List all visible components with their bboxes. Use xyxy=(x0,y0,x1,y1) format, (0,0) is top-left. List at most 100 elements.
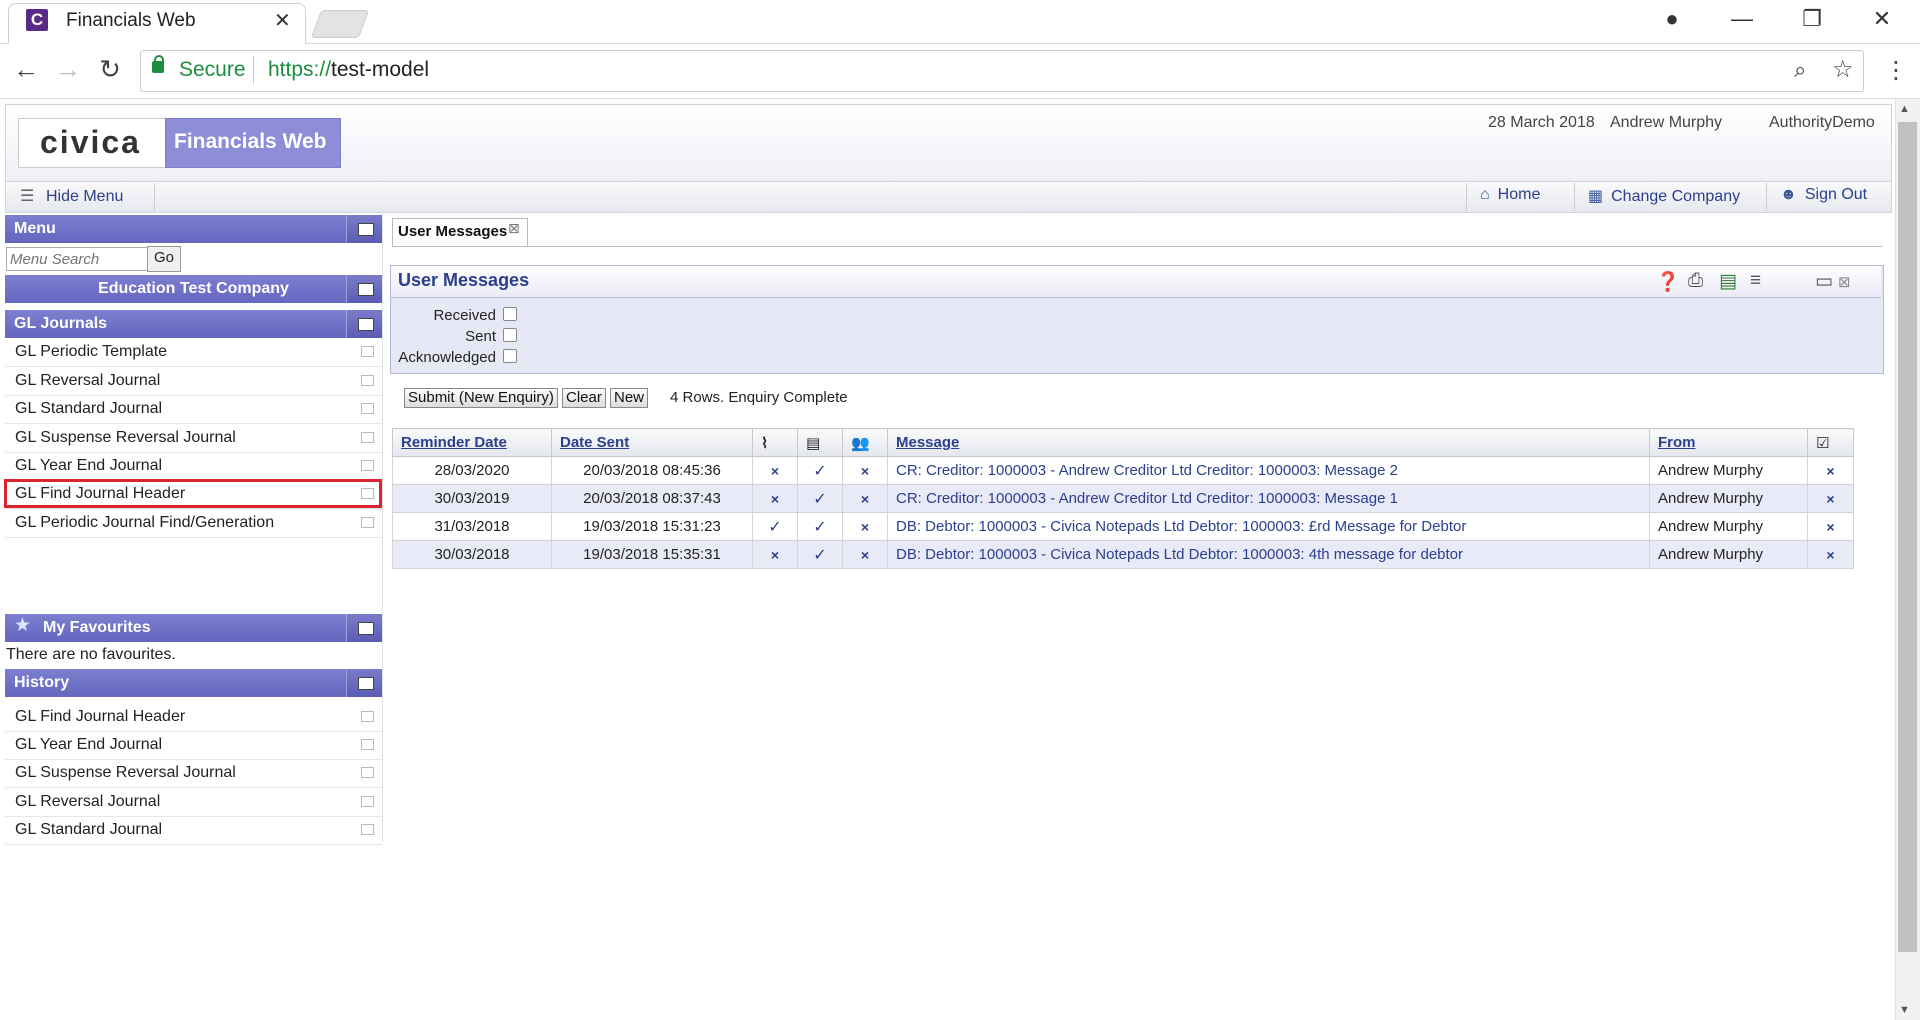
col-message-link[interactable]: Message xyxy=(896,434,959,451)
menu-item-gl-reversal-journal[interactable]: GL Reversal Journal xyxy=(5,368,382,396)
menu-search-input[interactable] xyxy=(6,247,152,271)
open-new-window-icon[interactable] xyxy=(361,403,374,414)
menu-item-gl-year-end-journal[interactable]: GL Year End Journal xyxy=(5,453,382,481)
favourites-header[interactable]: My Favourites xyxy=(5,614,382,642)
excel-export-icon[interactable]: ▤ xyxy=(1719,270,1737,293)
open-new-window-icon[interactable] xyxy=(361,796,374,807)
menu-item-gl-standard-journal[interactable]: GL Standard Journal xyxy=(5,396,382,424)
acknowledge-cell[interactable]: × xyxy=(1807,512,1854,541)
tab-close-icon[interactable]: ✕ xyxy=(274,8,291,33)
filter-acknowledged-checkbox[interactable] xyxy=(503,349,517,363)
tab-title: Financials Web xyxy=(66,10,196,31)
menu-item-gl-periodic-journal-find[interactable]: GL Periodic Journal Find/Generation xyxy=(5,510,382,538)
history-item[interactable]: GL Standard Journal xyxy=(5,817,382,845)
col-reminder-date-link[interactable]: Reminder Date xyxy=(401,434,507,451)
gl-journals-up-icon[interactable] xyxy=(346,310,382,338)
panel-close-icon[interactable]: ⊠ xyxy=(1838,273,1851,291)
bookmark-star-icon[interactable]: ☆ xyxy=(1832,55,1854,84)
help-icon[interactable]: ❓ xyxy=(1656,270,1680,294)
history-item[interactable]: GL Suspense Reversal Journal xyxy=(5,760,382,788)
col-reminder-date[interactable]: Reminder Date xyxy=(392,428,552,457)
reload-icon[interactable]: ↻ xyxy=(92,54,128,85)
table-row[interactable]: 31/03/2018 19/03/2018 15:31:23 ✓ ✓ × DB:… xyxy=(392,512,1854,541)
scroll-up-arrow-icon[interactable]: ▲ xyxy=(1899,103,1910,115)
toolbar-separator xyxy=(1574,183,1575,211)
favourites-toggle-icon[interactable] xyxy=(346,614,382,642)
menu-item-gl-periodic-template[interactable]: GL Periodic Template xyxy=(5,339,382,367)
message-link[interactable]: DB: Debtor: 1000003 - Civica Notepads Lt… xyxy=(887,512,1650,541)
filter-sent-checkbox[interactable] xyxy=(503,328,517,342)
menu-item-gl-suspense-reversal-journal[interactable]: GL Suspense Reversal Journal xyxy=(5,425,382,453)
checkbox-icon[interactable]: ☑ xyxy=(1816,435,1829,452)
history-item[interactable]: GL Reversal Journal xyxy=(5,789,382,817)
col-note[interactable]: ▤ xyxy=(797,428,843,457)
restore-icon[interactable]: ❐ xyxy=(1792,6,1832,32)
close-window-icon[interactable]: ✕ xyxy=(1862,6,1902,32)
browser-menu-icon[interactable]: ⋮ xyxy=(1884,56,1908,85)
open-new-window-icon[interactable] xyxy=(361,517,374,528)
submit-new-enquiry-button[interactable]: Submit (New Enquiry) xyxy=(404,388,558,408)
sign-out-button[interactable]: ☻ Sign Out xyxy=(1780,186,1867,204)
filter-received-checkbox[interactable] xyxy=(503,307,517,321)
user-sign-out-icon: ☻ xyxy=(1780,186,1797,203)
acknowledge-cell[interactable]: × xyxy=(1807,540,1854,569)
new-button[interactable]: New xyxy=(610,388,649,408)
filter-icon[interactable]: ≡ xyxy=(1750,270,1761,292)
open-new-window-icon[interactable] xyxy=(361,824,374,835)
company-header[interactable]: Education Test Company xyxy=(5,275,382,303)
col-message[interactable]: Message xyxy=(887,428,1650,457)
acknowledge-cell[interactable]: × xyxy=(1807,484,1854,513)
message-link[interactable]: CR: Creditor: 1000003 - Andrew Creditor … xyxy=(887,484,1650,513)
minimize-icon[interactable]: — xyxy=(1722,6,1762,32)
gl-journals-header[interactable]: GL Journals xyxy=(5,310,382,338)
zoom-icon[interactable]: ⌕ xyxy=(1794,57,1806,83)
menu-search-go-button[interactable]: Go xyxy=(147,246,181,272)
company-toggle-icon[interactable] xyxy=(346,275,382,303)
tab-close-icon[interactable]: ⊠ xyxy=(508,220,520,237)
scrollbar-thumb[interactable] xyxy=(1898,122,1917,952)
open-new-window-icon[interactable] xyxy=(361,711,374,722)
new-tab-button[interactable] xyxy=(310,10,370,38)
toolbar-separator xyxy=(1766,183,1767,211)
header-user: Andrew Murphy xyxy=(1610,114,1723,131)
history-item-label: GL Reversal Journal xyxy=(15,793,161,810)
home-label: Home xyxy=(1497,186,1541,203)
message-link[interactable]: DB: Debtor: 1000003 - Civica Notepads Lt… xyxy=(887,540,1650,569)
history-item[interactable]: GL Year End Journal xyxy=(5,732,382,760)
print-icon[interactable]: ⎙ xyxy=(1688,270,1703,292)
open-new-window-icon[interactable] xyxy=(361,375,374,386)
col-date-sent-link[interactable]: Date Sent xyxy=(560,434,629,451)
hide-menu-button[interactable]: ☰ Hide Menu xyxy=(20,186,123,206)
history-toggle-icon[interactable] xyxy=(346,669,382,697)
message-link[interactable]: CR: Creditor: 1000003 - Andrew Creditor … xyxy=(887,456,1650,485)
menu-panel-toggle-icon[interactable] xyxy=(346,215,382,243)
panel-window-icon[interactable]: ▭ xyxy=(1815,270,1833,293)
home-button[interactable]: ⌂ Home xyxy=(1480,186,1540,204)
open-new-window-icon[interactable] xyxy=(361,767,374,778)
col-from-link[interactable]: From xyxy=(1658,434,1696,451)
clear-button[interactable]: Clear xyxy=(562,388,606,408)
open-new-window-icon[interactable] xyxy=(361,432,374,443)
col-group[interactable]: 👥 xyxy=(842,428,888,457)
table-row[interactable]: 30/03/2019 20/03/2018 08:37:43 × ✓ × CR:… xyxy=(392,484,1854,513)
filter-acknowledged-label: Acknowledged xyxy=(398,349,496,366)
open-new-window-icon[interactable] xyxy=(361,346,374,357)
change-company-button[interactable]: ▦ Change Company xyxy=(1588,186,1740,206)
history-item[interactable]: GL Find Journal Header xyxy=(5,704,382,732)
table-row[interactable]: 30/03/2018 19/03/2018 15:35:31 × ✓ × DB:… xyxy=(392,540,1854,569)
col-attachment[interactable]: ⌇ xyxy=(752,428,798,457)
open-new-window-icon[interactable] xyxy=(361,460,374,471)
table-row[interactable]: 28/03/2020 20/03/2018 08:45:36 × ✓ × CR:… xyxy=(392,456,1854,485)
open-new-window-icon[interactable] xyxy=(361,739,374,750)
acknowledge-cell[interactable]: × xyxy=(1807,456,1854,485)
history-header[interactable]: History xyxy=(5,669,382,697)
col-date-sent[interactable]: Date Sent xyxy=(551,428,753,457)
col-acknowledge[interactable]: ☑ xyxy=(1807,428,1854,457)
back-icon[interactable]: ← xyxy=(8,54,44,85)
forward-icon[interactable]: → xyxy=(50,54,86,85)
url-text[interactable]: https://test-model xyxy=(268,58,429,82)
attachment-cell: × xyxy=(752,540,798,569)
col-from[interactable]: From xyxy=(1649,428,1808,457)
profile-icon[interactable]: ● xyxy=(1652,6,1692,32)
scroll-down-arrow-icon[interactable]: ▼ xyxy=(1899,1004,1910,1016)
